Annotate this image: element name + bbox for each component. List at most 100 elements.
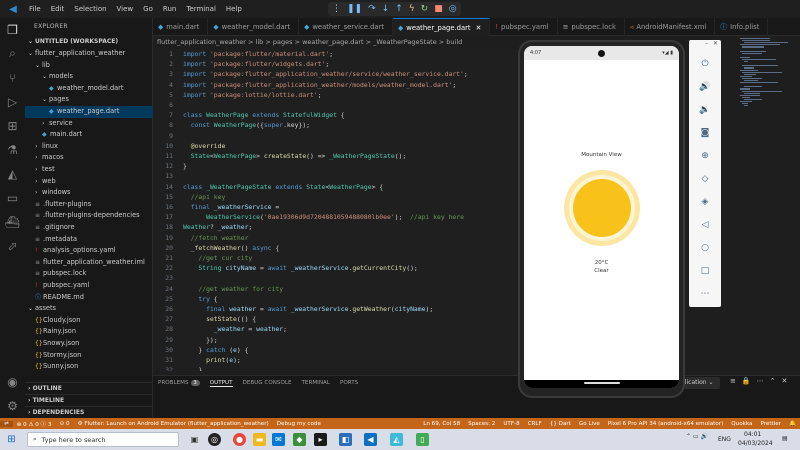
devtools-icon[interactable]: ◎ <box>449 3 457 15</box>
tree-folder[interactable]: › web <box>25 176 153 188</box>
close-tab-icon[interactable]: ✕ <box>476 24 482 32</box>
status-device[interactable]: Pixel 6 Pro API 34 (android-x64 emulator… <box>604 421 727 427</box>
status-indent[interactable]: Spaces: 2 <box>464 421 499 427</box>
status-problems[interactable]: ⊗ 0 ⚠ 0 ⓘ 3 <box>13 420 56 428</box>
status-encoding[interactable]: UTF-8 <box>499 421 523 427</box>
remote-explorer-icon[interactable]: ▭ <box>5 190 20 205</box>
emulator-taskbar-icon[interactable]: ▯ <box>416 433 429 446</box>
testing-icon[interactable]: ⚗ <box>5 142 20 157</box>
stop-icon[interactable]: ■ <box>434 3 443 15</box>
language-indicator[interactable]: ENG <box>718 436 731 443</box>
status-language[interactable]: {} Dart <box>546 421 575 427</box>
status-cursor[interactable]: Ln 69, Col 58 <box>419 421 464 427</box>
tab-main-dart[interactable]: ◆ main.dart <box>153 18 209 36</box>
minimize-icon[interactable]: – <box>705 40 708 50</box>
android-studio-icon[interactable]: ◆ <box>293 433 306 446</box>
close-panel-icon[interactable]: ✕ <box>781 377 787 385</box>
tab-pubspec-yaml[interactable]: ! pubspec.yaml <box>490 18 558 36</box>
extensions-icon[interactable]: ⊞ <box>5 118 20 133</box>
breadcrumb[interactable]: flutter_application_weather > lib > page… <box>153 36 513 49</box>
camera-icon[interactable]: ◙ <box>699 127 711 139</box>
close-icon[interactable]: ✕ <box>713 40 718 50</box>
clock-date[interactable]: 04/03/2024 <box>738 440 773 447</box>
tree-file[interactable]: ≡ flutter_application_weather.iml <box>25 257 153 269</box>
run-debug-icon[interactable]: ▷ <box>5 94 20 109</box>
menu-help[interactable]: Help <box>221 0 247 18</box>
timeline-section[interactable]: › TIMELINE <box>25 394 153 405</box>
tree-file[interactable]: {}Stormy.json <box>25 350 153 362</box>
back-icon[interactable]: ◁ <box>699 219 711 231</box>
tray-icons[interactable]: ⌃ ▭ 🔊 <box>686 433 708 440</box>
tree-file[interactable]: {}Cloudy.json <box>25 315 153 327</box>
menu-go[interactable]: Go <box>138 0 158 18</box>
source-control-icon[interactable]: ⑂ <box>5 70 20 85</box>
flutter-icon[interactable]: ◭ <box>5 166 20 181</box>
menu-selection[interactable]: Selection <box>69 0 111 18</box>
menu-edit[interactable]: Edit <box>46 0 70 18</box>
drag-handle-icon[interactable]: ⋮ <box>332 3 341 15</box>
tree-file[interactable]: ⓘ README.md <box>25 292 153 304</box>
chrome-icon[interactable]: ● <box>233 433 246 446</box>
task-view-icon[interactable]: ▣ <box>188 433 201 446</box>
flutter-taskbar-icon[interactable]: ◭ <box>390 433 403 446</box>
panel-tab-debug-console[interactable]: DEBUG CONSOLE <box>243 380 292 386</box>
menu-run[interactable]: Run <box>158 0 181 18</box>
panel-tab-terminal[interactable]: TERMINAL <box>302 380 330 386</box>
tree-folder[interactable]: › linux <box>25 141 153 153</box>
tree-folder[interactable]: ⌄ pages <box>25 94 153 106</box>
outline-section[interactable]: › OUTLINE <box>25 382 153 393</box>
tree-folder[interactable]: › test <box>25 164 153 176</box>
status-go-live[interactable]: Go Live <box>575 421 604 427</box>
tab-androidmanifest-xml[interactable]: ◃ AndroidManifest.xml <box>625 18 716 36</box>
pause-icon[interactable]: ❚❚ <box>347 3 362 15</box>
panel-tab-ports[interactable]: PORTS <box>340 380 358 386</box>
status-prettier[interactable]: Prettier <box>756 421 785 427</box>
tree-file[interactable]: ◆ main.dart <box>25 129 153 141</box>
panel-tab-problems[interactable]: PROBLEMS 3 <box>158 380 200 386</box>
menu-view[interactable]: View <box>112 0 139 18</box>
live-share-icon[interactable]: ⬀ <box>5 238 20 253</box>
menu-file[interactable]: File <box>24 0 46 18</box>
docker-icon[interactable]: ⛴ <box>5 214 20 229</box>
tree-file[interactable]: {}Snowy.json <box>25 338 153 350</box>
status-quokka[interactable]: Quokka <box>727 421 756 427</box>
power-icon[interactable]: ⏻ <box>699 58 711 70</box>
restart-icon[interactable]: ↻ <box>421 3 429 15</box>
mail-icon[interactable]: ✉ <box>272 433 285 446</box>
list-filter-icon[interactable]: ≡ <box>730 377 736 385</box>
tree-folder[interactable]: ⌄ lib <box>25 60 153 72</box>
terminal-icon[interactable]: ▸ <box>314 433 327 446</box>
vscode-taskbar-icon[interactable]: ◀ <box>364 433 377 446</box>
volume-down-icon[interactable]: 🔉 <box>699 104 711 116</box>
more-icon[interactable]: ⋯ <box>699 288 711 300</box>
notifications-bell-icon[interactable]: 🔔 <box>785 421 800 427</box>
tab-weather-service-dart[interactable]: ◆ weather_service.dart <box>299 18 394 36</box>
step-into-icon[interactable]: ↓ <box>382 3 390 15</box>
rotate-left-icon[interactable]: ◇ <box>699 173 711 185</box>
minimap[interactable] <box>740 38 795 108</box>
tab-pubspec-lock[interactable]: ≡ pubspec.lock <box>558 18 625 36</box>
tree-file[interactable]: ◆ weather_page.dart <box>25 106 153 118</box>
status-launch[interactable]: ⚙ Flutter: Launch on Android Emulator (f… <box>74 421 273 427</box>
taskbar-search[interactable]: ⌕ Type here to search <box>27 432 179 447</box>
code-editor[interactable]: 1 import 'package:flutter/material.dart';… <box>153 49 518 371</box>
rotate-right-icon[interactable]: ◈ <box>699 196 711 208</box>
tree-file[interactable]: {}Sunny.json <box>25 361 153 373</box>
maximize-panel-icon[interactable]: ⌃ <box>770 377 776 385</box>
file-explorer-icon[interactable]: ▬ <box>253 433 266 446</box>
more-actions-icon[interactable]: ⋯ <box>757 377 764 385</box>
tree-file[interactable]: ≡ .metadata <box>25 234 153 246</box>
tree-file[interactable]: ≡ .gitignore <box>25 222 153 234</box>
app-icon[interactable]: ◧ <box>339 433 352 446</box>
tab-weather-model-dart[interactable]: ◆ weather_model.dart <box>208 18 300 36</box>
home-icon[interactable]: ○ <box>699 242 711 254</box>
tab-weather-page-dart[interactable]: ◆ weather_page.dart ✕ <box>393 18 491 36</box>
tree-folder[interactable]: ⌄ models <box>25 71 153 83</box>
dependencies-section[interactable]: › DEPENDENCIES <box>25 406 153 417</box>
panel-tab-output[interactable]: OUTPUT <box>209 380 233 387</box>
account-icon[interactable]: ◉ <box>5 374 20 389</box>
overview-icon[interactable]: □ <box>699 265 711 277</box>
tree-folder[interactable]: › macos <box>25 152 153 164</box>
dell-icon[interactable]: ◎ <box>208 433 221 446</box>
home-gesture-pill[interactable] <box>584 382 620 384</box>
